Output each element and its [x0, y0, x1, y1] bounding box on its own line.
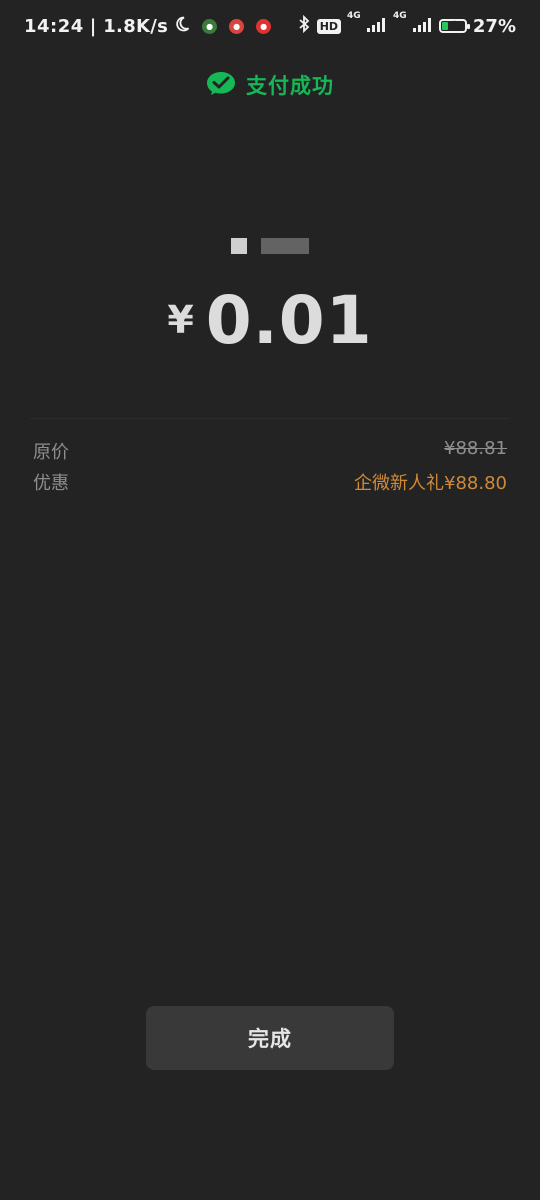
merchant-name-obscured	[0, 238, 540, 254]
network-type-label-2: 4G	[392, 10, 407, 21]
original-price-label: 原价	[33, 442, 69, 463]
basketball-notification-icon: ●	[229, 18, 245, 34]
merchant-name-placeholder	[261, 238, 309, 254]
network-type-label-1: 4G	[347, 10, 361, 21]
signal-strength-icon-2: 4G	[393, 11, 433, 37]
hd-voice-icon: HD	[316, 18, 342, 34]
discount-row: 优惠 企微新人礼¥88.80	[33, 469, 507, 495]
page-title: 支付成功	[246, 74, 334, 98]
original-price-value: ¥88.81	[444, 438, 507, 459]
discount-value: 企微新人礼¥88.80	[354, 473, 507, 494]
discount-label: 优惠	[33, 473, 69, 494]
status-right: HD 4G 4G ⚡ 27%	[297, 11, 516, 38]
success-header: 支付成功	[0, 70, 540, 100]
done-button[interactable]: 完成	[146, 1006, 394, 1070]
currency-symbol: ¥	[167, 298, 194, 342]
divider	[30, 418, 510, 419]
merchant-avatar-placeholder	[231, 238, 247, 254]
network-speed: | 1.8K/s	[89, 15, 169, 37]
charging-bolt-icon: ⚡	[447, 18, 457, 32]
moon-icon	[174, 16, 190, 37]
payment-success-screen: 14:24 | 1.8K/s ● ● ● HD 4G 4G ⚡ 27% 支付成功…	[0, 0, 540, 1200]
battery-percent: 27%	[472, 15, 516, 37]
status-left: 14:24 | 1.8K/s ● ● ●	[24, 15, 272, 37]
wechat-notification-icon: ●	[202, 18, 218, 34]
status-bar: 14:24 | 1.8K/s ● ● ● HD 4G 4G ⚡ 27%	[0, 0, 540, 52]
signal-strength-icon-1: 4G	[347, 11, 387, 37]
payment-amount: ¥ 0.01	[0, 282, 540, 359]
original-price-row: 原价 ¥88.81	[33, 438, 507, 464]
wechat-pay-check-icon	[206, 70, 236, 100]
bluetooth-icon	[297, 14, 311, 38]
app-notification-icon: ●	[256, 18, 272, 34]
status-time: 14:24	[24, 15, 84, 37]
battery-icon: ⚡	[438, 18, 470, 33]
amount-value: 0.01	[205, 282, 373, 359]
